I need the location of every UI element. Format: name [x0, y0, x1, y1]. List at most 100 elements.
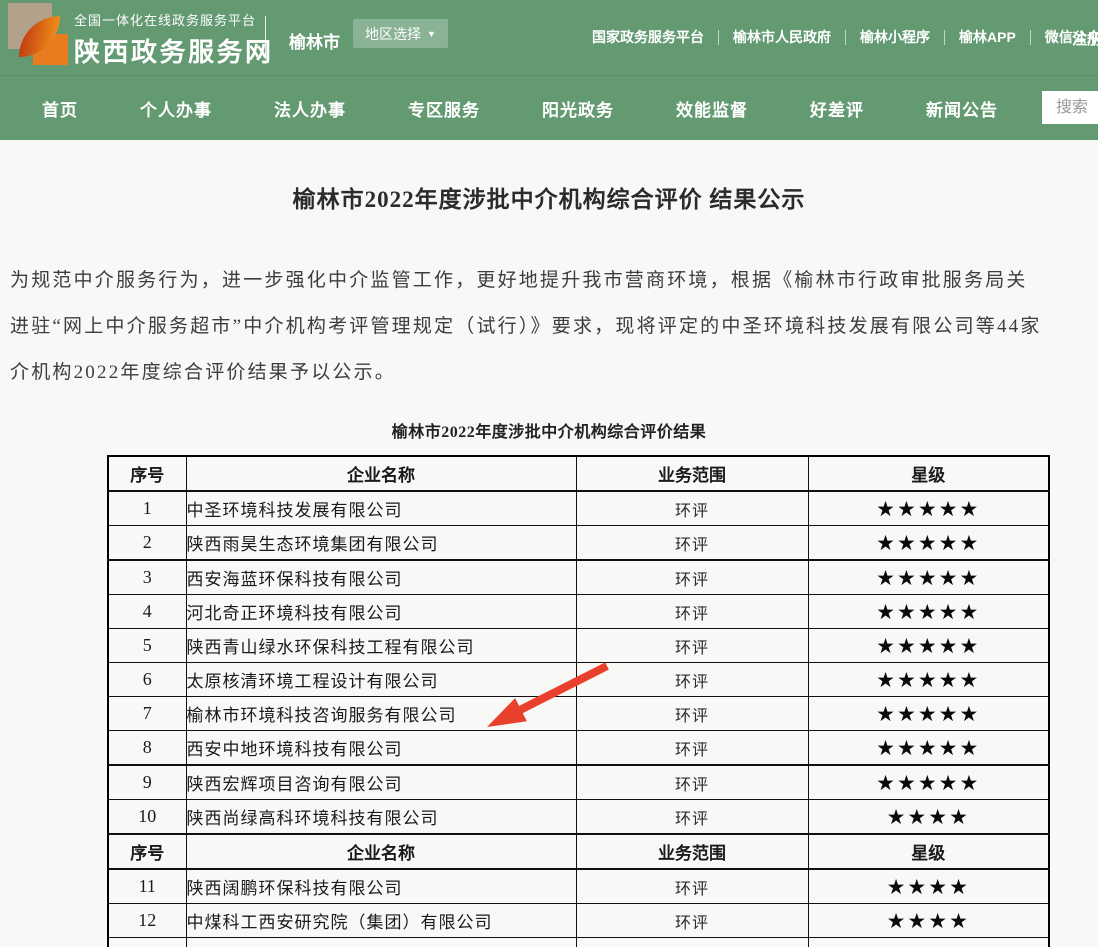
cell-name: 河北奇正环境科技有限公司 — [186, 595, 576, 629]
cell-name: 渭南华山环保科技发展有限责任公司 — [186, 938, 576, 947]
cell-no: 9 — [108, 765, 186, 800]
cell-scope: 环评 — [576, 629, 808, 663]
main-nav: 首页 个人办事 法人办事 专区服务 阳光政务 效能监督 好差评 新闻公告 — [0, 75, 1098, 140]
cell-no: 1 — [108, 491, 186, 526]
platform-tagline: 全国一体化在线政务服务平台 — [74, 10, 274, 29]
table-row: 4河北奇正环境科技有限公司环评★★★★★ — [108, 595, 1049, 629]
column-header: 序号 — [108, 834, 186, 869]
table-row: 8西安中地环境科技有限公司环评★★★★★ — [108, 731, 1049, 766]
header-link[interactable]: 榆林小程序 — [846, 30, 945, 45]
table-row: 13渭南华山环保科技发展有限责任公司环评★★★★ — [108, 938, 1049, 947]
table-row: 2陕西雨昊生态环境集团有限公司环评★★★★★ — [108, 526, 1049, 561]
table-row: 10陕西尚绿高科环境科技有限公司环评★★★★ — [108, 800, 1049, 835]
cell-no: 4 — [108, 595, 186, 629]
current-city-label: 榆林市 — [289, 28, 340, 53]
cell-stars: ★★★★★ — [808, 491, 1049, 526]
paragraph-line: 为规范中介服务行为，进一步强化中介监管工作，更好地提升我市营商环境，根据《榆林市… — [10, 258, 1098, 304]
cell-stars: ★★★★★ — [808, 697, 1049, 731]
cell-scope: 环评 — [576, 765, 808, 800]
site-name: 陕西政务服务网 — [74, 32, 274, 69]
cell-stars: ★★★★★ — [808, 560, 1049, 595]
cell-name: 榆林市环境科技咨询服务有限公司 — [186, 697, 576, 731]
header-link[interactable]: 榆林APP — [945, 30, 1031, 45]
column-header: 星级 — [808, 456, 1049, 491]
table-row: 3西安海蓝环保科技有限公司环评★★★★★ — [108, 560, 1049, 595]
table-header-row: 序号企业名称业务范围星级 — [108, 456, 1049, 491]
table-row: 7榆林市环境科技咨询服务有限公司环评★★★★★ — [108, 697, 1049, 731]
rating-table: 序号企业名称业务范围星级1中圣环境科技发展有限公司环评★★★★★2陕西雨昊生态环… — [107, 455, 1050, 947]
nav-item[interactable]: 法人办事 — [274, 96, 346, 121]
cell-scope: 环评 — [576, 526, 808, 561]
cell-name: 中圣环境科技发展有限公司 — [186, 491, 576, 526]
table-row: 12中煤科工西安研究院（集团）有限公司环评★★★★ — [108, 904, 1049, 938]
cell-name: 中煤科工西安研究院（集团）有限公司 — [186, 904, 576, 938]
brand-divider — [265, 16, 266, 59]
cell-scope: 环评 — [576, 697, 808, 731]
cell-name: 陕西青山绿水环保科技工程有限公司 — [186, 629, 576, 663]
cell-stars: ★★★★★ — [808, 663, 1049, 697]
cell-no: 6 — [108, 663, 186, 697]
cell-no: 13 — [108, 938, 186, 947]
cell-name: 西安中地环境科技有限公司 — [186, 731, 576, 766]
site-logo-icon — [8, 3, 66, 65]
cell-stars: ★★★★★ — [808, 731, 1049, 766]
cell-stars: ★★★★ — [808, 904, 1049, 938]
cell-stars: ★★★★★ — [808, 765, 1049, 800]
cell-stars: ★★★★ — [808, 938, 1049, 947]
cell-stars: ★★★★★ — [808, 629, 1049, 663]
nav-item[interactable]: 专区服务 — [408, 96, 480, 121]
header-links: 国家政务服务平台榆林市人民政府榆林小程序榆林APP微信公众号 — [578, 0, 1098, 75]
paragraph-line: 进驻“网上中介服务超市”中介机构考评管理规定（试行）》要求，现将评定的中圣环境科… — [10, 304, 1098, 350]
cell-stars: ★★★★★ — [808, 595, 1049, 629]
table-row: 1中圣环境科技发展有限公司环评★★★★★ — [108, 491, 1049, 526]
cell-stars: ★★★★ — [808, 800, 1049, 835]
cell-name: 陕西阔鹏环保科技有限公司 — [186, 869, 576, 904]
region-select-button[interactable]: 地区选择 ▼ — [353, 19, 448, 48]
cell-scope: 环评 — [576, 731, 808, 766]
cell-stars: ★★★★★ — [808, 526, 1049, 561]
cell-no: 10 — [108, 800, 186, 835]
nav-item[interactable]: 好差评 — [810, 96, 864, 121]
cell-stars: ★★★★ — [808, 869, 1049, 904]
nav-item[interactable]: 首页 — [42, 96, 78, 121]
table-header-row: 序号企业名称业务范围星级 — [108, 834, 1049, 869]
cell-no: 11 — [108, 869, 186, 904]
column-header: 企业名称 — [186, 456, 576, 491]
cell-no: 12 — [108, 904, 186, 938]
column-header: 业务范围 — [576, 456, 808, 491]
table-row: 9陕西宏辉项目咨询有限公司环评★★★★★ — [108, 765, 1049, 800]
cell-name: 陕西尚绿高科环境科技有限公司 — [186, 800, 576, 835]
table-caption: 榆林市2022年度涉批中介机构综合评价结果 — [0, 418, 1098, 442]
cell-scope: 环评 — [576, 663, 808, 697]
cell-no: 8 — [108, 731, 186, 766]
register-link[interactable]: 注册 — [1072, 28, 1098, 49]
nav-item[interactable]: 新闻公告 — [926, 96, 998, 121]
page-title: 榆林市2022年度涉批中介机构综合评价 结果公示 — [0, 140, 1098, 214]
cell-name: 西安海蓝环保科技有限公司 — [186, 560, 576, 595]
cell-no: 5 — [108, 629, 186, 663]
cell-scope: 环评 — [576, 595, 808, 629]
site-header: 全国一体化在线政务服务平台 陕西政务服务网 榆林市 地区选择 ▼ 国家政务服务平… — [0, 0, 1098, 75]
brand-text: 全国一体化在线政务服务平台 陕西政务服务网 — [74, 10, 274, 69]
nav-item[interactable]: 个人办事 — [140, 96, 212, 121]
search-input[interactable] — [1042, 91, 1098, 124]
nav-item[interactable]: 阳光政务 — [542, 96, 614, 121]
cell-name: 陕西宏辉项目咨询有限公司 — [186, 765, 576, 800]
region-select-label: 地区选择 — [365, 24, 421, 44]
nav-item[interactable]: 效能监督 — [676, 96, 748, 121]
cell-no: 3 — [108, 560, 186, 595]
cell-scope: 环评 — [576, 938, 808, 947]
header-link[interactable]: 榆林市人民政府 — [719, 30, 846, 45]
nav-items: 首页 个人办事 法人办事 专区服务 阳光政务 效能监督 好差评 新闻公告 — [42, 96, 998, 121]
header-link[interactable]: 国家政务服务平台 — [578, 30, 719, 45]
notice-paragraph: 为规范中介服务行为，进一步强化中介监管工作，更好地提升我市营商环境，根据《榆林市… — [0, 258, 1098, 396]
table-row: 6太原核清环境工程设计有限公司环评★★★★★ — [108, 663, 1049, 697]
column-header: 企业名称 — [186, 834, 576, 869]
cell-scope: 环评 — [576, 800, 808, 835]
cell-scope: 环评 — [576, 560, 808, 595]
table-row: 11陕西阔鹏环保科技有限公司环评★★★★ — [108, 869, 1049, 904]
cell-scope: 环评 — [576, 491, 808, 526]
cell-no: 7 — [108, 697, 186, 731]
column-header: 业务范围 — [576, 834, 808, 869]
cell-scope: 环评 — [576, 869, 808, 904]
